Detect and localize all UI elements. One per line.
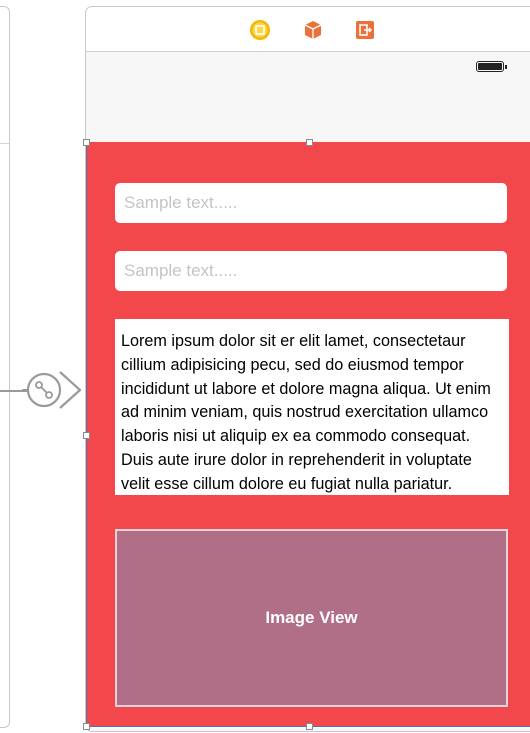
scene-divider bbox=[0, 143, 9, 144]
second-text-field[interactable] bbox=[115, 251, 507, 291]
resize-handle-top[interactable] bbox=[306, 139, 313, 146]
battery-icon bbox=[476, 61, 507, 72]
segue-icon[interactable] bbox=[22, 368, 84, 412]
view-controller-icon[interactable] bbox=[249, 19, 271, 41]
image-view[interactable]: Image View bbox=[115, 529, 508, 707]
text-view[interactable]: Lorem ipsum dolor sit er elit lamet, con… bbox=[115, 319, 509, 495]
resize-handle-bottom-left[interactable] bbox=[83, 723, 90, 730]
status-bar bbox=[86, 52, 530, 142]
image-view-label: Image View bbox=[265, 608, 358, 627]
first-responder-icon[interactable] bbox=[302, 19, 324, 41]
previous-scene[interactable] bbox=[0, 6, 10, 728]
resize-handle-top-left[interactable] bbox=[83, 139, 90, 146]
scene-dock bbox=[86, 7, 530, 52]
resize-handle-left[interactable] bbox=[83, 432, 90, 439]
resize-handle-bottom[interactable] bbox=[306, 723, 313, 730]
first-text-field[interactable] bbox=[115, 183, 507, 223]
exit-icon[interactable] bbox=[354, 19, 376, 41]
